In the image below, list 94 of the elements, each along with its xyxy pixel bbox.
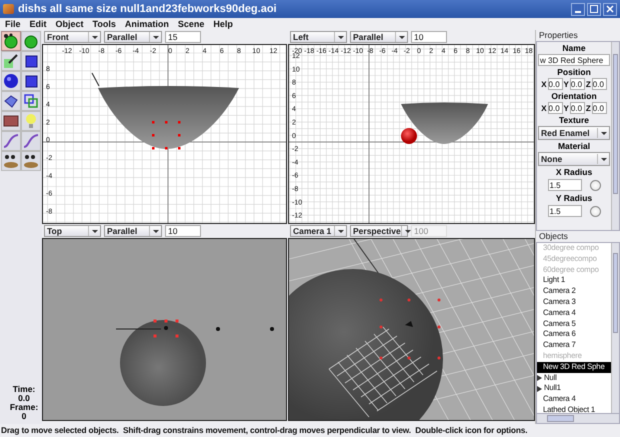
frame-value: 0 bbox=[22, 412, 26, 421]
coordinate-field[interactable]: 0.0 bbox=[592, 78, 607, 90]
y-radius-field[interactable]: 1.5 bbox=[548, 205, 582, 217]
status-message: Drag to move selected objects. Shift-drag constrains movement, control-drag moves perpendicular to view. Double-click icon for options. bbox=[0, 424, 528, 437]
tool-button[interactable] bbox=[1, 111, 21, 131]
camera-marker-icon bbox=[405, 321, 413, 327]
tool-button[interactable] bbox=[1, 31, 21, 51]
dial-button[interactable] bbox=[590, 180, 600, 190]
sphere-icon bbox=[3, 73, 19, 89]
tool-button[interactable] bbox=[1, 91, 21, 111]
close-button[interactable] bbox=[603, 2, 617, 16]
selection-points-drawing bbox=[380, 298, 440, 360]
window-title: dishs all same size null1and23febworks90deg.aoi bbox=[18, 3, 278, 15]
frame-label: Frame: bbox=[10, 403, 38, 412]
position-label: Position bbox=[557, 67, 591, 77]
axis-label: Y bbox=[564, 80, 569, 88]
view-dropdown[interactable]: Left bbox=[290, 31, 347, 43]
coordinate-field[interactable]: 0.0 bbox=[548, 78, 563, 90]
texture-dropdown[interactable]: Red Enamel bbox=[538, 126, 610, 140]
menu-item[interactable]: Tools bbox=[92, 19, 116, 29]
x-radius-field[interactable]: 1.5 bbox=[548, 179, 582, 191]
dots-tool-icon bbox=[23, 153, 39, 169]
scale-field[interactable]: 10 bbox=[411, 31, 447, 43]
scrollbar[interactable] bbox=[611, 243, 619, 413]
selection-points-drawing bbox=[152, 121, 180, 150]
maximize-button[interactable] bbox=[587, 2, 601, 16]
projection-dropdown[interactable]: Parallel bbox=[104, 31, 162, 43]
close-icon bbox=[606, 5, 614, 13]
polygon-icon bbox=[3, 93, 19, 109]
material-label: Material bbox=[558, 141, 590, 151]
name-field[interactable]: w 3D Red Sphere bbox=[538, 54, 610, 66]
tool-button[interactable] bbox=[1, 71, 21, 91]
axis-label: X bbox=[541, 104, 547, 112]
coordinate-field[interactable]: 0.0 bbox=[592, 102, 607, 114]
curve-icon bbox=[3, 133, 19, 149]
view-dropdown[interactable]: Top bbox=[44, 225, 101, 237]
orientation-label: Orientation bbox=[551, 91, 597, 101]
name-label: Name bbox=[562, 43, 586, 53]
texture-label: Texture bbox=[558, 115, 590, 125]
panel-title: Properties bbox=[538, 30, 579, 41]
box-icon bbox=[3, 113, 19, 129]
axis-label: Z bbox=[586, 104, 591, 112]
x-radius-label: X Radius bbox=[556, 167, 592, 177]
tool-button[interactable] bbox=[21, 91, 41, 111]
tool-button[interactable] bbox=[21, 31, 41, 51]
menu-item[interactable]: Object bbox=[56, 19, 84, 29]
dots-tool-icon bbox=[3, 153, 19, 169]
axis-label: X bbox=[541, 80, 547, 88]
panel-title: Objects bbox=[538, 231, 569, 242]
coordinate-field[interactable]: 0.0 bbox=[548, 102, 563, 114]
menu-item[interactable]: File bbox=[5, 19, 21, 29]
y-radius-label: Y Radius bbox=[556, 193, 592, 203]
menu-item[interactable]: Scene bbox=[178, 19, 204, 29]
minimize-button[interactable] bbox=[571, 2, 585, 16]
coordinate-field[interactable]: 0.0 bbox=[570, 78, 585, 90]
material-dropdown[interactable]: None bbox=[538, 152, 610, 166]
move-ball-icon bbox=[3, 33, 19, 49]
selection-points-drawing bbox=[154, 320, 178, 338]
axis-label: Y bbox=[564, 104, 569, 112]
projection-dropdown[interactable]: Perspective bbox=[350, 225, 408, 237]
axis-label: Z bbox=[586, 80, 591, 88]
projection-dropdown[interactable]: Parallel bbox=[350, 31, 408, 43]
maximize-icon bbox=[590, 5, 598, 13]
dial-button[interactable] bbox=[590, 206, 600, 216]
coordinate-field[interactable]: 0.0 bbox=[570, 102, 585, 114]
bulb-icon bbox=[23, 113, 39, 129]
tool-button[interactable] bbox=[21, 151, 41, 171]
projection-dropdown[interactable]: Parallel bbox=[104, 225, 162, 237]
scrollbar[interactable] bbox=[611, 42, 619, 230]
menu-item[interactable]: Edit bbox=[30, 19, 47, 29]
menu-item[interactable]: Help bbox=[213, 19, 233, 29]
tool-button[interactable] bbox=[1, 151, 21, 171]
view-dropdown[interactable]: Camera 1 bbox=[290, 225, 347, 237]
scale-field[interactable]: 10 bbox=[165, 225, 201, 237]
line-drawing bbox=[92, 72, 100, 86]
tool-button[interactable] bbox=[1, 51, 21, 71]
line-drawing bbox=[354, 239, 380, 274]
cube-icon bbox=[23, 73, 39, 89]
tool-button[interactable] bbox=[21, 51, 41, 71]
app-icon bbox=[3, 4, 14, 14]
ball-icon bbox=[23, 33, 39, 49]
horizontal-scrollbar[interactable] bbox=[536, 413, 620, 424]
tool-button[interactable] bbox=[21, 71, 41, 91]
curve-icon bbox=[23, 133, 39, 149]
time-value: 0.0 bbox=[18, 394, 30, 403]
cubes-icon bbox=[23, 93, 39, 109]
sphere-drawing bbox=[401, 128, 417, 144]
cube-icon bbox=[23, 53, 39, 69]
time-label: Time: bbox=[12, 385, 36, 394]
pencil-square-icon bbox=[3, 53, 19, 69]
menu-item[interactable]: Animation bbox=[124, 19, 169, 29]
line-drawing bbox=[116, 328, 162, 330]
scale-field[interactable]: 15 bbox=[165, 31, 201, 43]
view-dropdown[interactable]: Front bbox=[44, 31, 101, 43]
